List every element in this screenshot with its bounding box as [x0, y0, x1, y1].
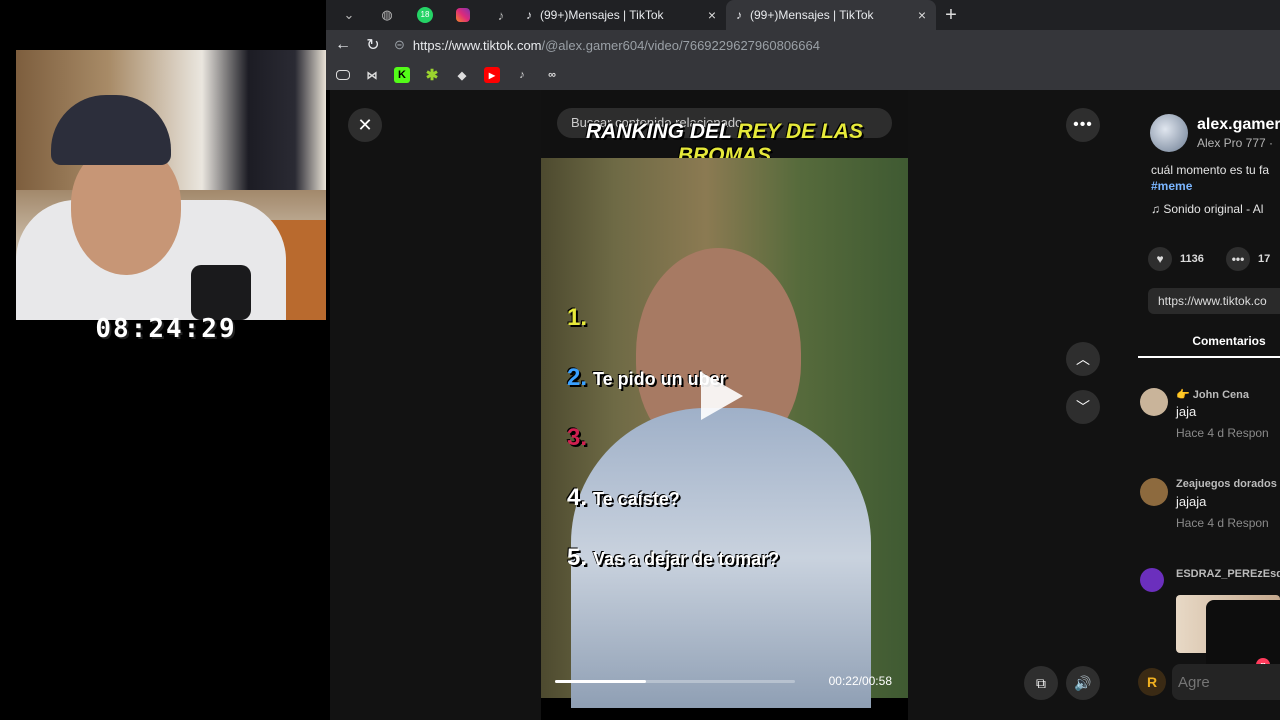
volume-button[interactable]: 🔊 — [1066, 666, 1100, 700]
site-info-icon[interactable]: ⊝ — [394, 37, 405, 53]
tab-close-icon[interactable]: × — [708, 7, 716, 23]
infinity-icon[interactable]: ∞ — [544, 67, 560, 83]
ranking-text: Te caíste? — [593, 489, 680, 509]
address-bar: ← ↻ ⊝ https://www.tiktok.com/@alex.gamer… — [326, 30, 1280, 60]
ranking-item-3: 3. — [567, 424, 593, 452]
tab-mensajes-2[interactable]: ♪ (99+)Mensajes | TikTok × — [726, 0, 936, 30]
screen: 08:24:29 ⌄ ◍ 18 ♪ ♪ (99+)Mensajes | TikT… — [0, 0, 1280, 720]
ranking-number: 2. — [567, 364, 588, 391]
author-nickname: Alex Pro 777 · — [1197, 136, 1274, 150]
video-caption: cuál momento es tu fa — [1151, 163, 1270, 177]
tab-title: (99+)Mensajes | TikTok — [540, 8, 664, 22]
commenter-name[interactable]: 👉 John Cena — [1176, 388, 1249, 401]
pip-button[interactable]: ⧉ — [1024, 666, 1058, 700]
add-comment-input[interactable] — [1172, 664, 1280, 700]
ranking-number: 5. — [567, 544, 588, 571]
stream-clock: 08:24:29 — [95, 314, 237, 344]
ranking-item-5: 5. Vas a dejar de tomar? — [567, 544, 779, 572]
like-stat[interactable]: ♥ 1136 — [1148, 247, 1204, 271]
video-progress-bar[interactable] — [555, 680, 795, 683]
sound-name: Sonido original - Al — [1163, 202, 1264, 216]
kick-icon[interactable]: K — [394, 67, 410, 83]
instagram-tab-icon[interactable] — [448, 5, 478, 25]
tab-list-chevron-icon[interactable]: ⌄ — [334, 5, 364, 25]
ranking-text: Vas a dejar de tomar? — [593, 549, 780, 569]
commenter-name[interactable]: ESDRAZ_PEREzEsd — [1176, 568, 1280, 580]
bookmarks-bar: ⋈ K ✱ ◆ ▶ ♪ ∞ — [326, 60, 1280, 90]
current-user-avatar[interactable]: R — [1138, 668, 1166, 696]
youtube-icon[interactable]: ▶ — [484, 67, 500, 83]
microphone — [191, 265, 251, 320]
back-icon[interactable]: ← — [334, 36, 352, 54]
url-host: https://www.tiktok.com — [412, 37, 542, 53]
author-avatar[interactable] — [1150, 114, 1188, 152]
play-icon[interactable] — [701, 372, 743, 420]
details-panel: alex.gamer Alex Pro 777 · cuál momento e… — [1138, 90, 1280, 720]
commenter-avatar[interactable] — [1140, 478, 1168, 506]
bookmark-bow-icon[interactable]: ⋈ — [364, 67, 380, 83]
ranking-item-1: 1. — [567, 304, 593, 332]
like-count: 1136 — [1180, 253, 1204, 265]
music-icon: ♫ — [1151, 202, 1160, 216]
ranking-number: 3. — [567, 424, 588, 451]
whatsapp-tab-icon[interactable]: 18 — [410, 5, 440, 25]
tiktok-tab-icon[interactable]: ♪ — [486, 5, 516, 25]
previous-video-button[interactable]: ︿ — [1066, 342, 1100, 376]
heart-icon[interactable]: ♥ — [1148, 247, 1172, 271]
url-path: /@alex.gamer604/video/766922962796080666… — [541, 37, 820, 53]
bookmark-diamond-icon[interactable]: ◆ — [454, 67, 470, 83]
tab-mensajes-1[interactable]: ♪ (99+)Mensajes | TikTok × — [516, 0, 726, 30]
comment-text: jaja — [1176, 404, 1197, 419]
bookmark-star-icon[interactable]: ✱ — [424, 67, 440, 84]
comment-meta[interactable]: Hace 4 d Respon — [1176, 516, 1269, 530]
video-link-field[interactable]: https://www.tiktok.co — [1148, 288, 1280, 314]
tiktok-bookmark-icon[interactable]: ♪ — [514, 67, 530, 83]
headline-white: RANKING DEL — [586, 120, 738, 143]
ranking-number: 1. — [567, 304, 588, 331]
author-username[interactable]: alex.gamer — [1197, 116, 1280, 134]
tab-close-icon[interactable]: × — [918, 7, 926, 23]
globe-tab-icon[interactable]: ◍ — [372, 5, 402, 25]
sound-link[interactable]: ♫ Sonido original - Al — [1151, 202, 1263, 216]
commenter-avatar[interactable] — [1140, 388, 1168, 416]
video-timecode: 00:22/00:58 — [828, 674, 892, 688]
comment-stat[interactable]: ••• 17 — [1226, 247, 1270, 271]
browser-tab-bar: ⌄ ◍ 18 ♪ ♪ (99+)Mensajes | TikTok × ♪ (9… — [326, 0, 1280, 30]
comment-count: 17 — [1258, 253, 1271, 265]
comment-meta[interactable]: Hace 4 d Respon — [1176, 426, 1269, 440]
url-field[interactable]: ⊝ https://www.tiktok.com/@alex.gamer604/… — [394, 37, 820, 53]
new-tab-button[interactable]: + — [936, 4, 966, 27]
commenter-avatar[interactable] — [1140, 568, 1164, 592]
reload-icon[interactable]: ↻ — [364, 35, 382, 55]
close-video-button[interactable]: ✕ — [348, 108, 382, 142]
video-player[interactable]: Buscar contenido relacionado RANKING DEL… — [541, 90, 908, 720]
video-frame — [541, 158, 908, 708]
comment-icon[interactable]: ••• — [1226, 247, 1250, 271]
commenter-name[interactable]: Zeajuegos dorados — [1176, 478, 1277, 490]
bookmark-icon[interactable] — [336, 70, 350, 80]
webcam-overlay — [16, 50, 326, 320]
tiktok-icon: ♪ — [736, 8, 742, 22]
tab-comments[interactable]: Comentarios — [1138, 334, 1280, 358]
add-comment-bar: R — [1138, 664, 1280, 700]
tab-title: (99+)Mensajes | TikTok — [750, 8, 874, 22]
tiktok-video-page: ✕ Buscar contenido relacionado RANKING D… — [330, 90, 1280, 720]
tiktok-icon: ♪ — [526, 8, 532, 22]
progress-fill — [555, 680, 647, 683]
ranking-item-4: 4. Te caíste? — [567, 484, 680, 512]
more-options-button[interactable]: ••• — [1066, 108, 1100, 142]
hashtag-link[interactable]: #meme — [1151, 179, 1192, 193]
comment-text: jajaja — [1176, 494, 1207, 509]
next-video-button[interactable]: ﹀ — [1066, 390, 1100, 424]
ranking-number: 4. — [567, 484, 588, 511]
